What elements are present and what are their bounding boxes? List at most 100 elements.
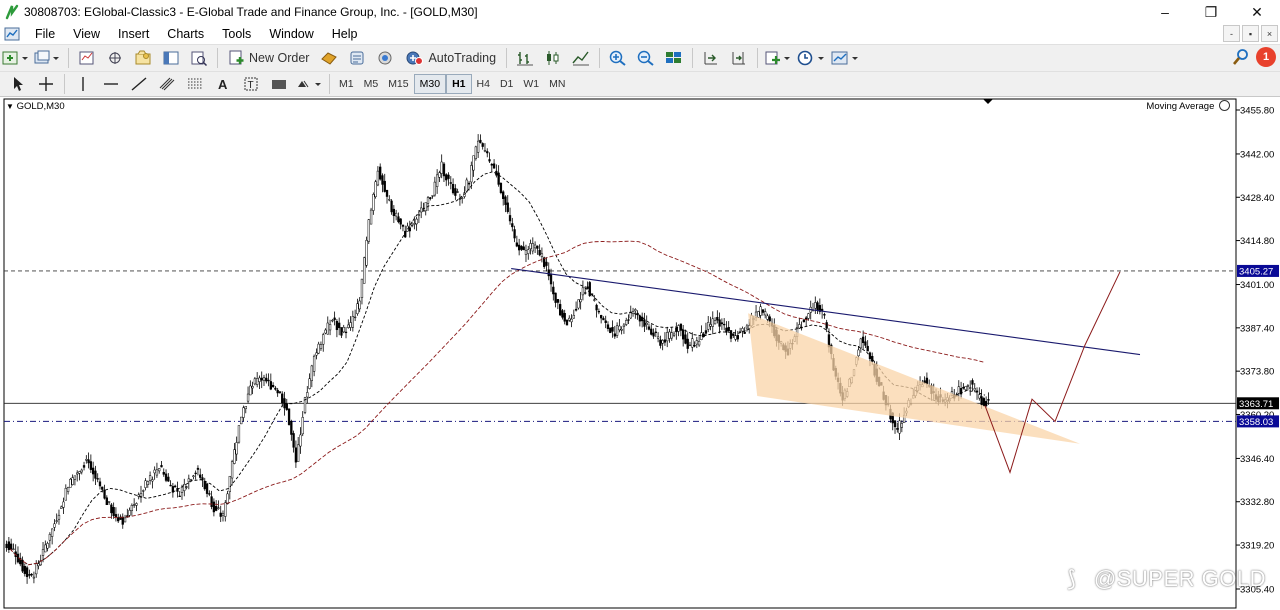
strategy-tester-button[interactable]	[187, 47, 211, 69]
navigator-button[interactable]	[131, 47, 155, 69]
market-watch-button[interactable]	[75, 47, 99, 69]
timeframe-m1[interactable]: M1	[334, 74, 359, 94]
auto-scroll-button[interactable]	[727, 47, 751, 69]
trendline-tool-button[interactable]	[127, 73, 151, 95]
restore-button[interactable]: ❐	[1188, 0, 1234, 24]
templates-button[interactable]	[830, 47, 860, 69]
menu-insert[interactable]: Insert	[109, 27, 158, 41]
candle-body	[269, 381, 272, 390]
timeframe-m5[interactable]: M5	[359, 74, 384, 94]
chart-window[interactable]: 3455.80 3442.00 3428.40 3414.80 3401.00 3387.…	[0, 97, 1280, 610]
chart-collapse-icon[interactable]: ▼	[6, 102, 14, 111]
vertical-line-tool-button[interactable]	[71, 73, 95, 95]
bar-chart-button[interactable]	[513, 47, 537, 69]
text-label-tool-button[interactable]: T	[239, 73, 263, 95]
candle-body	[299, 434, 302, 447]
price-axis-label: 3455.80	[1240, 106, 1274, 117]
candle-body	[716, 316, 719, 321]
search-button[interactable]	[1232, 48, 1250, 69]
cursor-tool-button[interactable]	[6, 73, 30, 95]
indicators-button[interactable]	[764, 47, 792, 69]
menu-tools[interactable]: Tools	[213, 27, 260, 41]
timeframe-m30[interactable]: M30	[413, 74, 447, 94]
candle-body	[634, 309, 637, 312]
candle-body	[215, 505, 218, 511]
timeframe-h1[interactable]: H1	[446, 74, 472, 94]
candle-body	[486, 151, 489, 154]
autotrading-button[interactable]: AutoTrading	[401, 47, 500, 69]
candle-body	[50, 528, 54, 537]
periods-button[interactable]	[796, 47, 826, 69]
data-window-button[interactable]	[103, 47, 127, 69]
equidistant-channel-tool-button[interactable]	[155, 73, 179, 95]
candle-body	[315, 352, 318, 356]
price-axis-label: 3346.40	[1240, 454, 1274, 465]
mdi-minimize-button[interactable]: -	[1223, 25, 1240, 42]
candle-body	[900, 423, 904, 428]
candle-body	[66, 487, 70, 492]
tile-windows-button[interactable]	[662, 47, 686, 69]
candle-body	[82, 465, 86, 468]
timeframe-h4[interactable]: H4	[472, 74, 495, 94]
candle-body	[7, 541, 11, 550]
mdi-close-button[interactable]: ×	[1261, 25, 1278, 42]
terminal-button[interactable]	[159, 47, 183, 69]
candle-body	[417, 214, 421, 216]
candle-body	[570, 318, 573, 323]
new-order-button[interactable]: New Order	[224, 47, 313, 69]
indicator-settings-icon[interactable]	[1219, 100, 1230, 111]
timeframe-w1[interactable]: W1	[518, 74, 544, 94]
candle-body	[374, 181, 377, 197]
candle-body	[704, 330, 708, 334]
menu-view[interactable]: View	[64, 27, 109, 41]
candle-body	[235, 442, 238, 455]
chart-shift-button[interactable]	[699, 47, 723, 69]
close-button[interactable]: ✕	[1234, 0, 1280, 24]
zoom-out-button[interactable]	[634, 47, 658, 69]
candle-body	[217, 507, 220, 509]
candle-body	[861, 336, 865, 343]
zoom-in-button[interactable]	[606, 47, 630, 69]
menu-file[interactable]: File	[26, 27, 64, 41]
candle-body	[966, 385, 970, 387]
profiles-button[interactable]	[34, 47, 62, 69]
candle-body	[135, 503, 138, 506]
crosshair-tool-button[interactable]	[34, 73, 58, 95]
minimize-button[interactable]: –	[1142, 0, 1188, 24]
candle-body	[130, 504, 134, 511]
line-chart-button[interactable]	[569, 47, 593, 69]
fibonacci-tool-button[interactable]	[183, 73, 207, 95]
candle-body	[461, 197, 464, 200]
candle-body	[394, 212, 398, 217]
candle-body	[379, 166, 382, 180]
moving-average-indicator-label[interactable]: Moving Average	[1146, 100, 1230, 112]
candlestick-chart-button[interactable]	[541, 47, 565, 69]
mdi-restore-button[interactable]: ▪	[1242, 25, 1259, 42]
candle-body	[859, 338, 862, 349]
candle-body	[249, 385, 252, 396]
menu-help[interactable]: Help	[323, 27, 367, 41]
timeframe-d1[interactable]: D1	[495, 74, 518, 94]
toolbar-separator	[506, 48, 508, 68]
timeframe-mn[interactable]: MN	[544, 74, 570, 94]
menu-window[interactable]: Window	[260, 27, 322, 41]
horizontal-line-tool-button[interactable]	[99, 73, 123, 95]
candle-body	[392, 208, 395, 217]
market-button[interactable]	[373, 47, 397, 69]
price-chart[interactable]: 3455.80 3442.00 3428.40 3414.80 3401.00 3387.…	[0, 97, 1280, 610]
gold-order-button[interactable]	[317, 47, 341, 69]
candle-body	[344, 331, 348, 334]
rectangle-tool-button[interactable]	[267, 73, 291, 95]
candle-body	[276, 389, 279, 394]
menu-charts[interactable]: Charts	[158, 27, 213, 41]
signals-button[interactable]	[345, 47, 369, 69]
chart-window-icon[interactable]	[4, 26, 20, 42]
arrows-tool-button[interactable]	[295, 73, 323, 95]
text-tool-button[interactable]: A	[211, 73, 235, 95]
timeframe-m15[interactable]: M15	[383, 74, 413, 94]
candle-body	[285, 403, 288, 410]
candle-body	[688, 344, 692, 347]
new-chart-button[interactable]	[2, 47, 30, 69]
candle-body	[347, 324, 350, 328]
notification-badge[interactable]: 1	[1256, 47, 1276, 67]
